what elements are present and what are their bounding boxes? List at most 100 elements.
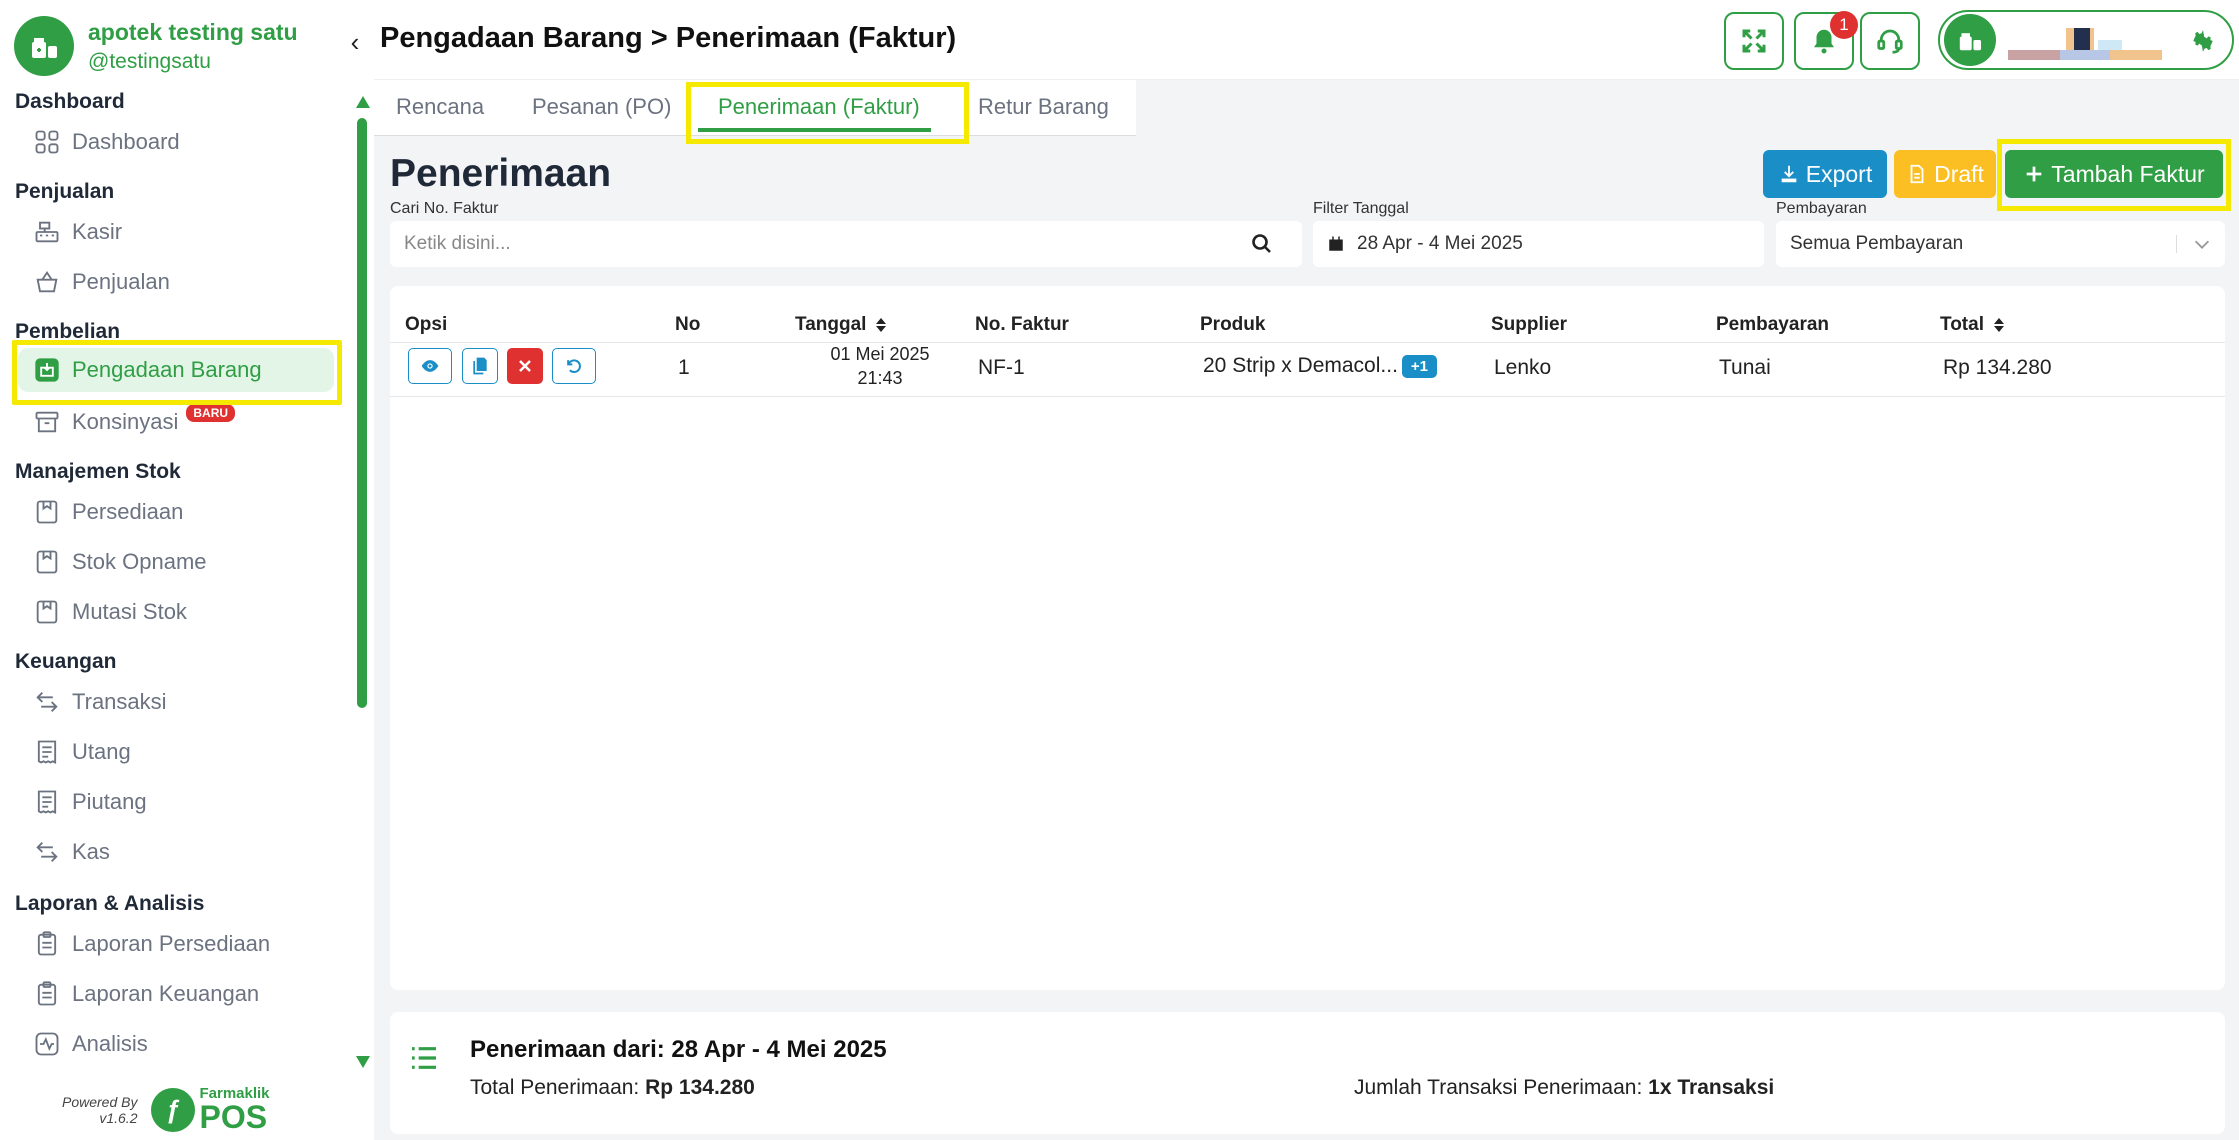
- tab-pesanan-po[interactable]: Pesanan (PO): [532, 94, 671, 120]
- copy-button[interactable]: [462, 348, 498, 384]
- payment-filter-label: Pembayaran: [1776, 200, 1867, 217]
- tab-bar: Rencana Pesanan (PO) Penerimaan (Faktur)…: [374, 80, 1136, 136]
- sidebar-item-konsinyasi[interactable]: Konsinyasi BARU: [32, 400, 236, 444]
- search-input[interactable]: [390, 233, 1250, 255]
- sidebar-item-laporan-keuangan[interactable]: Laporan Keuangan: [32, 972, 259, 1016]
- row-product: 20 Strip x Demacol... +1: [1203, 354, 1438, 378]
- column-header-no: No: [675, 314, 701, 335]
- sidebar-item-label: Laporan Keuangan: [72, 981, 260, 1006]
- tab-retur-barang[interactable]: Retur Barang: [978, 94, 1109, 120]
- pharmacy-logo-icon: [14, 16, 74, 76]
- sidebar: apotek testing satu @testingsatu ‹ Dashb…: [0, 0, 374, 1140]
- document-icon: [1910, 164, 1924, 184]
- sidebar-item-label: Mutasi Stok: [72, 599, 187, 624]
- row-no: 1: [678, 356, 690, 379]
- sidebar-item-label: Kas: [72, 839, 110, 864]
- close-icon: [519, 360, 531, 372]
- chevron-down-icon: [2194, 240, 2210, 249]
- plus-icon: [2026, 166, 2042, 182]
- scrollbar-thumb[interactable]: [357, 118, 367, 708]
- sidebar-item-label: Stok Opname: [72, 549, 207, 574]
- sidebar-item-analisis[interactable]: Analisis: [32, 1022, 148, 1066]
- section-title-laporan: Laporan & Analisis: [15, 892, 205, 915]
- section-title-manajemen-stok: Manajemen Stok: [15, 460, 181, 483]
- sidebar-item-utang[interactable]: Utang: [32, 730, 131, 774]
- sidebar-item-label: Pengadaan Barang: [72, 357, 262, 382]
- brand: apotek testing satu @testingsatu: [14, 14, 298, 78]
- add-invoice-label: Tambah Faktur: [2051, 160, 2205, 187]
- search-icon[interactable]: [1250, 232, 1274, 256]
- draft-button[interactable]: Draft: [1894, 150, 1996, 198]
- section-title-penjualan: Penjualan: [15, 180, 115, 203]
- search-field: [390, 221, 1302, 267]
- column-header-no-faktur: No. Faktur: [975, 314, 1069, 335]
- summary-count: Jumlah Transaksi Penerimaan: 1x Transaks…: [1354, 1076, 1775, 1099]
- sidebar-item-label: Konsinyasi: [72, 409, 179, 434]
- export-button[interactable]: Export: [1763, 150, 1887, 198]
- sidebar-item-label: Transaksi: [72, 689, 167, 714]
- sidebar-scrollbar[interactable]: [355, 96, 370, 1068]
- sidebar-item-label: Laporan Persediaan: [72, 931, 271, 956]
- sidebar-item-stok-opname[interactable]: Stok Opname: [32, 540, 207, 584]
- add-invoice-button[interactable]: Tambah Faktur: [2005, 150, 2223, 198]
- new-badge: BARU: [186, 404, 236, 422]
- date-filter-value: 28 Apr - 4 Mei 2025: [1357, 233, 1523, 254]
- transfer-icon: [32, 837, 62, 867]
- export-label: Export: [1805, 160, 1873, 187]
- package-icon: [32, 497, 62, 527]
- sidebar-item-label: Analisis: [72, 1031, 148, 1056]
- date-filter-label: Filter Tanggal: [1313, 200, 1409, 217]
- sidebar-item-label: Dashboard: [72, 129, 180, 154]
- sidebar-item-kas[interactable]: Kas: [32, 830, 110, 874]
- sidebar-item-label: Penjualan: [72, 269, 170, 294]
- sidebar-item-kasir[interactable]: Kasir: [32, 210, 122, 254]
- expand-icon: [1742, 29, 1766, 53]
- row-divider: [390, 396, 2225, 397]
- search-label: Cari No. Faktur: [390, 200, 499, 217]
- brand-handle: @testingsatu: [88, 49, 211, 73]
- column-header-tanggal[interactable]: Tanggal: [795, 314, 887, 336]
- sort-icon: [876, 318, 887, 332]
- delete-button[interactable]: [507, 348, 543, 384]
- return-button[interactable]: [552, 348, 596, 384]
- sidebar-item-penjualan[interactable]: Penjualan: [32, 260, 170, 304]
- sidebar-item-label: Kasir: [72, 219, 123, 244]
- row-payment: Tunai: [1719, 356, 1771, 379]
- undo-icon: [567, 359, 581, 373]
- receipt-icon: [32, 737, 62, 767]
- section-title-pembelian: Pembelian: [15, 320, 121, 343]
- row-supplier: Lenko: [1494, 356, 1552, 379]
- sidebar-item-mutasi-stok[interactable]: Mutasi Stok: [32, 590, 187, 634]
- powered-label: Powered By: [62, 1093, 138, 1110]
- collapse-sidebar-icon[interactable]: ‹: [344, 28, 366, 56]
- download-icon: [1781, 165, 1797, 183]
- column-header-pembayaran: Pembayaran: [1716, 314, 1830, 335]
- sidebar-item-laporan-persediaan[interactable]: Laporan Persediaan: [32, 922, 270, 966]
- more-products-badge[interactable]: +1: [1401, 354, 1438, 378]
- sidebar-item-transaksi[interactable]: Transaksi: [32, 680, 167, 724]
- sidebar-item-dashboard[interactable]: Dashboard: [32, 120, 180, 164]
- tab-penerimaan-faktur[interactable]: Penerimaan (Faktur): [718, 94, 920, 120]
- sidebar-item-persediaan[interactable]: Persediaan: [32, 490, 183, 534]
- date-filter[interactable]: 28 Apr - 4 Mei 2025: [1313, 221, 1764, 267]
- eye-icon: [421, 360, 439, 372]
- fullscreen-button[interactable]: [1724, 12, 1784, 70]
- tab-rencana[interactable]: Rencana: [396, 94, 484, 120]
- clipboard-icon: [32, 979, 62, 1009]
- profile-menu[interactable]: [1938, 10, 2234, 70]
- payment-select[interactable]: Semua Pembayaran: [1776, 221, 2225, 267]
- column-header-total[interactable]: Total: [1940, 314, 2004, 336]
- scroll-up-arrow-icon[interactable]: [356, 96, 370, 108]
- view-button[interactable]: [408, 348, 452, 384]
- sidebar-item-pengadaan-barang[interactable]: Pengadaan Barang: [18, 348, 334, 392]
- sidebar-item-piutang[interactable]: Piutang: [32, 780, 147, 824]
- page-title: Penerimaan: [390, 152, 612, 195]
- calendar-icon: [1329, 236, 1343, 251]
- support-button[interactable]: [1860, 12, 1920, 70]
- section-title-keuangan: Keuangan: [15, 650, 117, 673]
- archive-icon: [32, 407, 62, 437]
- gear-icon[interactable]: [2190, 28, 2216, 54]
- notification-button[interactable]: 1: [1794, 11, 1858, 70]
- breadcrumb: Pengadaan Barang > Penerimaan (Faktur): [380, 22, 957, 54]
- scroll-down-arrow-icon[interactable]: [356, 1056, 370, 1068]
